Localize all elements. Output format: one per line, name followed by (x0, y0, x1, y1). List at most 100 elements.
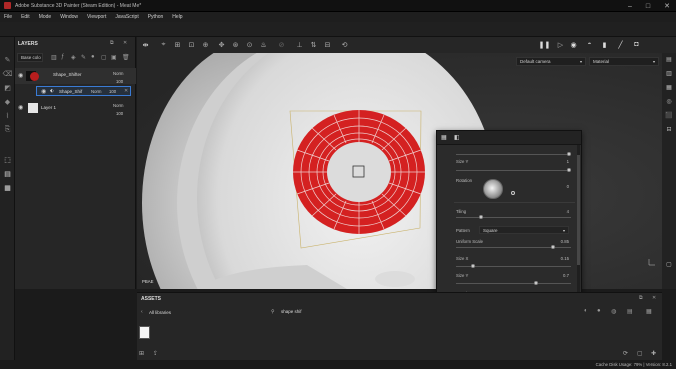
history-icon[interactable]: ⟲ (340, 40, 349, 49)
menu-file[interactable]: File (4, 14, 12, 20)
pattern-select[interactable]: Square ▾ (479, 226, 569, 234)
layer-row[interactable]: ◉ Layer 1 Norm 100 (15, 100, 136, 116)
slider-knob[interactable] (567, 168, 571, 172)
clone-icon[interactable]: ⎘ (3, 125, 12, 134)
library-select[interactable]: All libraries (149, 310, 171, 315)
geometry-fill-icon[interactable]: ◆ (3, 97, 12, 106)
folder-icon[interactable]: ▢ (637, 350, 643, 357)
panel-close-icon[interactable]: ✕ (123, 40, 127, 46)
eye-icon[interactable]: ◉ (18, 72, 23, 79)
slider[interactable] (456, 168, 571, 172)
import-icon[interactable]: ⇪ (153, 350, 158, 357)
viewport-3d[interactable]: PBAE (137, 53, 662, 289)
move-icon[interactable]: ✥ (217, 40, 226, 49)
back-icon[interactable]: ‹ (141, 309, 143, 315)
channel-select[interactable]: Base colo (17, 53, 43, 62)
maximize-button[interactable]: □ (646, 3, 650, 10)
wand-icon[interactable]: ⊘ (277, 40, 286, 49)
smart-material-icon[interactable]: ● (91, 54, 95, 60)
asset-thumbnail[interactable] (139, 326, 150, 339)
menu-javascript[interactable]: JavaScript (115, 14, 138, 20)
lighting-icon[interactable]: ◓ (585, 40, 594, 49)
mask-tab-icon[interactable]: ◧ (454, 134, 460, 141)
fill-layer-icon[interactable]: ◈ (71, 54, 76, 61)
texture-set-icon[interactable]: ⬚ (3, 155, 12, 164)
menu-python[interactable]: Python (148, 14, 164, 20)
projection-icon[interactable]: ◩ (3, 83, 12, 92)
search-input[interactable] (281, 307, 431, 316)
new-asset-icon[interactable]: ⊞ (139, 350, 144, 357)
slider[interactable] (456, 215, 571, 219)
log-icon[interactable]: ⊟ (665, 125, 673, 133)
add-folder-icon[interactable]: ▢ (101, 54, 107, 61)
slider-knob[interactable] (534, 281, 539, 285)
slider-knob[interactable] (567, 152, 571, 156)
grid-icon[interactable]: ⊕ (201, 40, 210, 49)
layer-blend[interactable]: Norm (113, 103, 124, 108)
sphere-view-icon[interactable]: ● (597, 308, 601, 314)
menu-help[interactable]: Help (172, 14, 182, 20)
delete-layer-icon[interactable]: 🗑 (122, 54, 130, 61)
slider-knob[interactable] (470, 264, 475, 268)
rotation-handle[interactable] (511, 191, 515, 195)
fx-icon[interactable]: ƒ (61, 54, 64, 60)
menu-window[interactable]: Window (60, 14, 78, 20)
viewport-toggle-icon[interactable]: ▢ (665, 260, 673, 268)
layer-opacity[interactable]: 100 (109, 89, 116, 94)
history-list-icon[interactable]: ▦ (665, 83, 673, 91)
layout-icon[interactable]: ⊟ (323, 40, 332, 49)
filter-icon[interactable]: ◐ (584, 308, 588, 314)
camera-select[interactable]: Default camera ▾ (516, 57, 586, 66)
paint-layer-icon[interactable]: ✎ (81, 54, 86, 61)
settings-icon[interactable]: ◎ (665, 97, 673, 105)
paint-brush-icon[interactable]: ✎ (3, 55, 12, 64)
render-icon[interactable]: ▷ (556, 40, 565, 49)
scale-icon[interactable]: ⊙ (245, 40, 254, 49)
prop-value[interactable]: 0 (567, 184, 569, 189)
refresh-icon[interactable]: ⟳ (623, 350, 628, 357)
grid-view-icon[interactable]: ▦ (646, 308, 652, 315)
eye-icon[interactable]: ◉ (18, 104, 23, 111)
symmetry-icon[interactable]: ⇹ (141, 40, 150, 49)
prop-value[interactable]: 4 (567, 209, 569, 214)
panel-float-icon[interactable]: ⧉ (110, 40, 114, 46)
mask-icon[interactable]: ▥ (51, 54, 57, 61)
close-button[interactable]: ✕ (664, 2, 670, 10)
layer-blend[interactable]: Norm (113, 71, 124, 76)
menu-viewport[interactable]: Viewport (87, 14, 106, 20)
cube-view-icon[interactable]: ◍ (611, 308, 616, 315)
channel-view-select[interactable]: Material ▾ (589, 57, 659, 66)
layer-row[interactable]: ◉ ⬖ Shape_Shif Norm 100 ✕ (15, 86, 136, 96)
pen-icon[interactable]: ╱ (616, 40, 625, 49)
capture-icon[interactable]: ◘ (632, 40, 641, 49)
slider[interactable] (456, 281, 571, 285)
panel-float-icon[interactable]: ⧉ (639, 295, 643, 301)
prop-value[interactable]: 0.15 (561, 256, 569, 261)
prop-value[interactable]: 1 (567, 159, 569, 164)
mask-view-icon[interactable]: ⊞ (173, 40, 182, 49)
snap-icon[interactable]: ⌖ (159, 40, 168, 49)
slider[interactable] (456, 245, 571, 249)
camera-icon[interactable]: ◉ (569, 40, 578, 49)
slider[interactable] (456, 152, 571, 156)
panel-close-icon[interactable]: ✕ (652, 295, 656, 301)
slider[interactable] (456, 264, 571, 268)
properties-icon[interactable]: ▥ (665, 69, 673, 77)
close-icon[interactable]: ✕ (124, 88, 128, 94)
layer-opacity[interactable]: 100 (116, 79, 123, 84)
rotate-icon[interactable]: ⊛ (231, 40, 240, 49)
display-settings-icon[interactable]: ▤ (3, 169, 12, 178)
display-icon[interactable]: ⬛ (665, 111, 673, 119)
slider-knob[interactable] (479, 215, 483, 219)
prop-value[interactable]: 0.7 (563, 273, 569, 278)
shader-settings-icon[interactable]: ▦ (3, 183, 12, 192)
minimize-button[interactable]: – (628, 3, 632, 10)
screenshot-icon[interactable]: ▮ (600, 40, 609, 49)
list-view-icon[interactable]: ▤ (627, 308, 633, 315)
slider-knob[interactable] (551, 245, 556, 249)
prop-value[interactable]: 0.85 (561, 239, 569, 244)
add-icon[interactable]: ✚ (651, 350, 656, 357)
layer-opacity[interactable]: 100 (116, 111, 123, 116)
rotation-dial[interactable] (483, 179, 503, 199)
menu-mode[interactable]: Mode (39, 14, 52, 20)
